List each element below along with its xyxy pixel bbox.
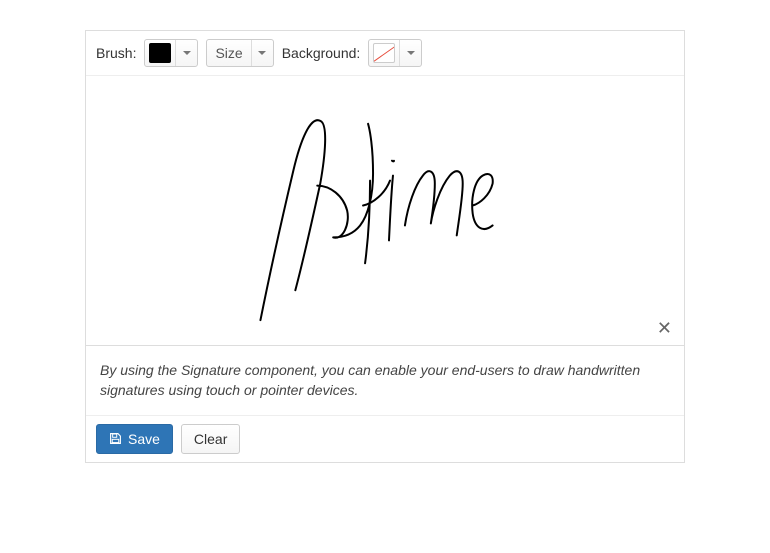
caret-down-icon bbox=[407, 51, 415, 55]
size-dropdown[interactable]: Size bbox=[206, 39, 273, 67]
caret-down-icon bbox=[183, 51, 191, 55]
background-color-swatch bbox=[373, 43, 395, 63]
signature-panel: Brush: Size Background: ✕ By using the S… bbox=[85, 30, 685, 463]
clear-canvas-icon[interactable]: ✕ bbox=[657, 319, 672, 337]
brush-dropdown-toggle[interactable] bbox=[175, 40, 197, 66]
clear-button[interactable]: Clear bbox=[181, 424, 240, 454]
clear-button-label: Clear bbox=[194, 431, 227, 447]
footer: Save Clear bbox=[86, 416, 684, 462]
background-label: Background: bbox=[282, 45, 361, 61]
caret-down-icon bbox=[258, 51, 266, 55]
save-button-label: Save bbox=[128, 431, 160, 447]
size-dropdown-label: Size bbox=[207, 45, 250, 61]
brush-color-dropdown[interactable] bbox=[144, 39, 198, 67]
brush-color-swatch bbox=[149, 43, 171, 63]
description-text: By using the Signature component, you ca… bbox=[86, 346, 684, 416]
brush-label: Brush: bbox=[96, 45, 136, 61]
background-color-dropdown[interactable] bbox=[368, 39, 422, 67]
toolbar: Brush: Size Background: bbox=[86, 31, 684, 76]
save-button[interactable]: Save bbox=[96, 424, 173, 454]
background-dropdown-toggle[interactable] bbox=[399, 40, 421, 66]
save-icon bbox=[109, 432, 122, 445]
size-dropdown-toggle[interactable] bbox=[251, 40, 273, 66]
signature-drawing bbox=[86, 76, 684, 345]
signature-canvas[interactable]: ✕ bbox=[86, 76, 684, 346]
